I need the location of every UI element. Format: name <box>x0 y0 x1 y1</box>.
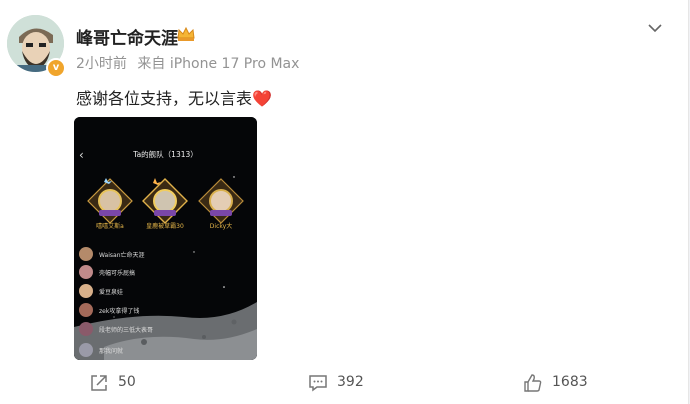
post-time[interactable]: 2小时前 <box>76 56 127 72</box>
post-meta: 2小时前 来自 iPhone 17 Pro Max <box>76 53 299 73</box>
comment-icon <box>309 375 327 392</box>
avatar <box>79 284 93 298</box>
screenshot-title: Ta的舰队（1313） <box>133 150 198 159</box>
post-body: 感谢各位支持，无以言表 <box>76 89 253 108</box>
comment-button[interactable]: 392 <box>308 372 378 394</box>
username[interactable]: 峰哥亡命天涯 <box>76 24 178 49</box>
like-count: 1683 <box>552 374 588 390</box>
chevron-down-icon[interactable] <box>647 22 663 34</box>
podium-name-2: 嘻嘻艾斯a <box>96 223 124 230</box>
podium-name-1: 皇鹿被草霸30 <box>146 223 184 230</box>
share-button[interactable]: 50 <box>89 372 149 394</box>
verified-badge-icon: v <box>46 58 66 78</box>
post-image[interactable]: ‹ Ta的舰队（1313） 嘻嘻艾斯a 皇鹿被草霸30 Dicky大 Waisa… <box>74 117 257 360</box>
avatar <box>79 247 93 261</box>
avatar <box>79 303 93 317</box>
avatar <box>79 343 93 357</box>
action-bar: 50 392 1683 <box>0 372 688 394</box>
avatar <box>79 265 93 279</box>
comment-count: 392 <box>337 374 364 390</box>
post-text: 感谢各位支持，无以言表❤️ <box>76 85 272 109</box>
share-icon <box>91 375 107 391</box>
thumbs-up-icon <box>524 374 542 392</box>
weibo-post-card: v 峰哥亡命天涯 2小时前 来自 iPhone 17 Pro Max 感谢各位支… <box>0 0 689 404</box>
like-button[interactable]: 1683 <box>523 372 603 394</box>
podium-name-3: Dicky大 <box>209 223 233 230</box>
avatar <box>79 322 93 336</box>
heart-emoji-icon: ❤️ <box>252 89 272 108</box>
post-source: 来自 iPhone 17 Pro Max <box>137 56 300 72</box>
share-count: 50 <box>118 374 136 390</box>
crown-icon[interactable] <box>176 25 196 43</box>
